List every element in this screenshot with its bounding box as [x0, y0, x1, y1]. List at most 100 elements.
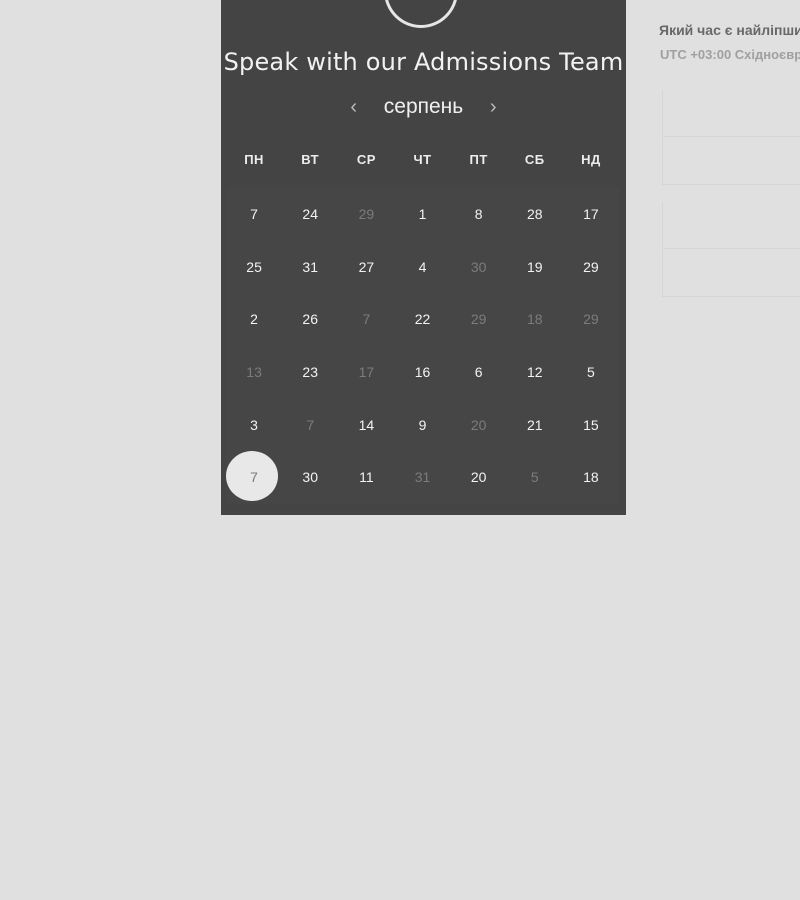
calendar-day[interactable]: 31: [282, 241, 338, 294]
calendar-day[interactable]: 25: [226, 241, 282, 294]
calendar-day: 5: [507, 451, 563, 504]
calendar-day-number: 11: [359, 469, 374, 486]
calendar-day[interactable]: 6: [451, 346, 507, 399]
calendar-day[interactable]: 3: [226, 398, 282, 451]
calendar-day-number: 27: [358, 258, 375, 275]
calendar-day-number: 1: [418, 206, 427, 223]
timezone-label[interactable]: UTC +03:00 Східноєвропейський час: [660, 47, 800, 62]
calendar-day: 29: [563, 293, 619, 346]
calendar-day-number: 7: [362, 311, 371, 328]
calendar-day[interactable]: 12: [507, 346, 563, 399]
calendar-day: 29: [338, 188, 394, 241]
calendar-day-number: 8: [474, 206, 483, 223]
calendar-day: 7: [338, 293, 394, 346]
calendar-day[interactable]: 5: [563, 346, 619, 399]
calendar-day-number: 26: [302, 311, 318, 328]
calendar-grid: 7 24 29 1 8 28 17 25 31 27 4 30 19 29 2 26 7 22 29 18 29 13 23…: [226, 188, 619, 504]
calendar-day-number: 18: [583, 469, 599, 486]
weekday-thu: ЧТ: [413, 152, 432, 167]
calendar-day: 18: [507, 293, 563, 346]
calendar-day[interactable]: 22: [394, 293, 450, 346]
calendar-day-number: 21: [526, 416, 543, 433]
calendar-day-number: 31: [302, 258, 318, 275]
weekday-header: ПН ВТ СР ЧТ ПТ СБ НД: [226, 148, 619, 172]
calendar-day[interactable]: 18: [563, 451, 619, 504]
chevron-left-icon: ‹: [350, 95, 358, 118]
calendar-day[interactable]: 24: [282, 188, 338, 241]
calendar-day[interactable]: 29: [563, 241, 619, 294]
calendar-day: 31: [394, 451, 450, 504]
calendar-day[interactable]: 27: [338, 241, 394, 294]
calendar-day-number: 12: [526, 364, 543, 381]
calendar-day[interactable]: 26: [282, 293, 338, 346]
weekday-sun: НД: [581, 152, 601, 167]
calendar-day-number: 30: [302, 469, 318, 486]
calendar-day[interactable]: 1: [394, 188, 450, 241]
calendar-day: 13: [226, 346, 282, 399]
calendar-day[interactable]: 2: [226, 293, 282, 346]
calendar-day-number: 29: [470, 311, 487, 328]
time-slot[interactable]: [662, 138, 800, 185]
calendar-day-selected[interactable]: 7: [226, 450, 282, 504]
calendar-day: 30: [451, 241, 507, 294]
calendar-day[interactable]: 17: [563, 188, 619, 241]
calendar-day-number: 3: [250, 416, 258, 433]
school-logo: [384, 0, 458, 28]
calendar-day[interactable]: 16: [394, 346, 450, 399]
month-navigation: ‹ серпень ›: [221, 92, 626, 122]
calendar-day[interactable]: 21: [507, 398, 563, 451]
calendar-day: 29: [451, 293, 507, 346]
calendar-day[interactable]: 28: [507, 188, 563, 241]
calendar-day-number: 14: [358, 416, 375, 433]
month-label: серпень: [383, 95, 464, 118]
chevron-right-icon: ›: [489, 95, 497, 118]
time-slot[interactable]: [662, 90, 800, 137]
calendar-day-number: 7: [250, 469, 258, 486]
time-slot[interactable]: [662, 250, 800, 297]
calendar-day: 17: [338, 346, 394, 399]
calendar-day-number: 16: [414, 364, 431, 381]
weekday-sat: СБ: [524, 152, 545, 167]
calendar-day-number: 18: [526, 311, 543, 328]
calendar-day-number: 5: [587, 364, 595, 381]
calendar-day-number: 20: [470, 416, 487, 433]
calendar-day[interactable]: 15: [563, 398, 619, 451]
calendar-day[interactable]: 23: [282, 346, 338, 399]
prev-month-button[interactable]: ‹: [342, 92, 366, 122]
calendar-day-number: 29: [583, 311, 599, 328]
time-selection-pane: Який час є найліпшим? UTC +03:00 Східноє…: [659, 0, 800, 300]
calendar-day-number: 25: [246, 258, 262, 275]
calendar-day-number: 17: [583, 206, 599, 223]
calendar-day-number: 20: [470, 469, 487, 486]
weekday-tue: ВТ: [301, 152, 320, 167]
calendar-day-number: 22: [414, 311, 431, 328]
calendar-day-number: 31: [414, 469, 431, 486]
calendar-day[interactable]: 4: [394, 241, 450, 294]
next-month-button[interactable]: ›: [481, 92, 505, 122]
calendar-day-number: 29: [358, 206, 375, 223]
calendar-day-number: 23: [302, 364, 318, 381]
calendar-day-number: 9: [418, 416, 427, 433]
calendar-day-number: 6: [474, 364, 483, 381]
calendar-day[interactable]: 20: [451, 451, 507, 504]
calendar-day-number: 24: [302, 206, 318, 223]
calendar-day-number: 29: [583, 258, 599, 275]
calendar-day[interactable]: 14: [338, 398, 394, 451]
calendar-day-number: 30: [470, 258, 487, 275]
calendar-day[interactable]: 19: [507, 241, 563, 294]
calendar-day[interactable]: 30: [282, 451, 338, 504]
weekday-wed: СР: [356, 152, 376, 167]
calendar-day[interactable]: 8: [451, 188, 507, 241]
calendar-day[interactable]: 11: [338, 451, 394, 504]
calendar-day[interactable]: 9: [394, 398, 450, 451]
calendar-day[interactable]: 7: [226, 188, 282, 241]
calendar-day-number: 28: [526, 206, 543, 223]
calendar-day-number: 13: [246, 364, 262, 381]
time-slot[interactable]: [662, 202, 800, 249]
calendar-day-number: 19: [526, 258, 543, 275]
time-question: Який час є найліпшим?: [659, 22, 800, 38]
calendar-day-number: 15: [583, 416, 599, 433]
calendar-day-number: 2: [250, 311, 258, 328]
calendar-day-number: 17: [358, 364, 375, 381]
calendar-day: 20: [451, 398, 507, 451]
